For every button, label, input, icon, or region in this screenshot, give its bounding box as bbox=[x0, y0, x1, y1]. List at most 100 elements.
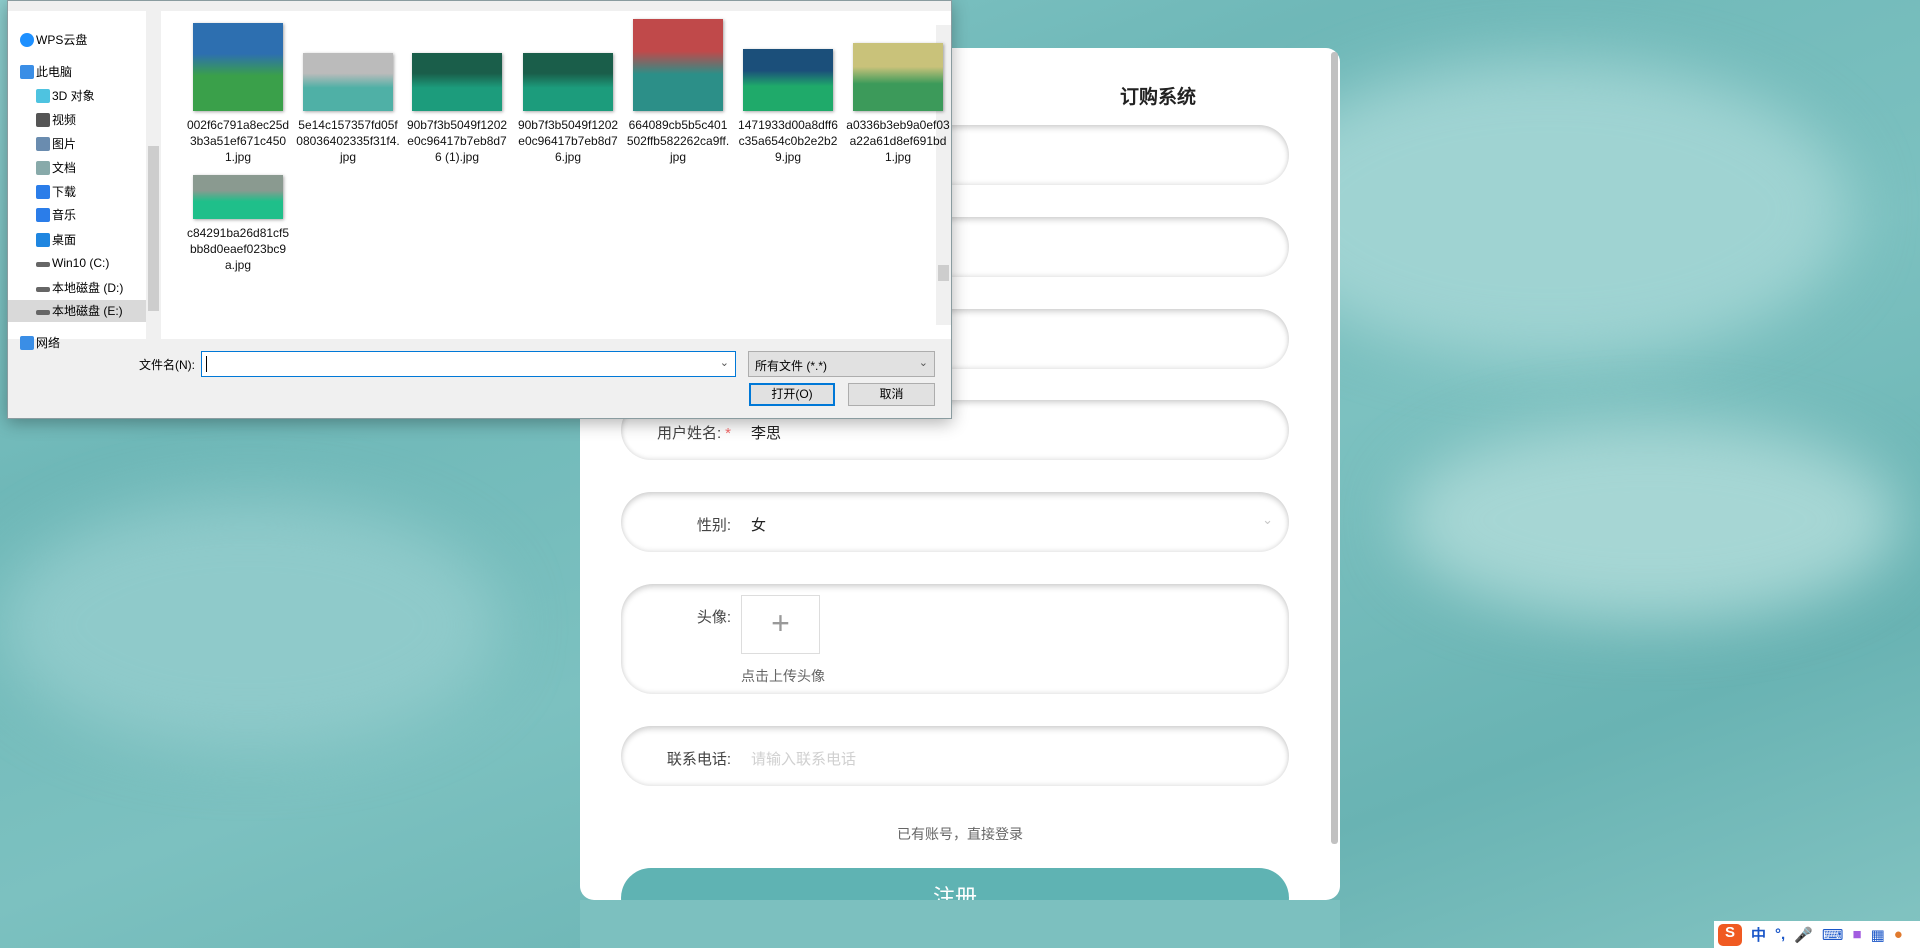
image-thumbnail bbox=[633, 19, 723, 111]
desktop-icon bbox=[36, 233, 50, 247]
microphone-icon[interactable]: 🎤 bbox=[1794, 926, 1813, 944]
image-thumbnail bbox=[412, 53, 502, 111]
nav-item-label: 视频 bbox=[52, 113, 77, 127]
file-name: 664089cb5b5c401502ffb582262ca9ff.jpg bbox=[626, 118, 730, 164]
ime-toolbar: S 中 °, 🎤 ⌨ ■ ▦ ● bbox=[1714, 921, 1920, 948]
file-type-value: 所有文件 (*.*) bbox=[755, 359, 828, 373]
phone-label: 联系电话: bbox=[666, 751, 731, 768]
nav-item[interactable]: Win10 (C:) bbox=[8, 252, 146, 274]
avatar-label: 头像: bbox=[696, 609, 731, 626]
page-title: 订购系统 bbox=[1120, 87, 1197, 108]
nav-item[interactable]: 视频 bbox=[8, 109, 146, 131]
phone-input[interactable]: 请输入联系电话 bbox=[751, 748, 856, 769]
file-item[interactable]: 5e14c157357fd05f08036402335f31f4.jpg bbox=[296, 53, 400, 165]
filename-label: 文件名(N): bbox=[139, 358, 195, 372]
open-button[interactable]: 打开(O) bbox=[749, 383, 835, 406]
nav-item-label: 图片 bbox=[52, 137, 77, 151]
nav-item-label: WPS云盘 bbox=[36, 33, 88, 47]
file-item[interactable]: 664089cb5b5c401502ffb582262ca9ff.jpg bbox=[626, 19, 730, 165]
chevron-down-icon: ⌄ bbox=[1262, 512, 1273, 527]
nav-item-label: 本地磁盘 (D:) bbox=[52, 281, 124, 295]
nav-item[interactable]: 本地磁盘 (E:) bbox=[8, 300, 146, 322]
keyboard-icon[interactable]: ⌨ bbox=[1822, 926, 1844, 944]
image-thumbnail bbox=[303, 53, 393, 111]
nav-item[interactable]: 此电脑 bbox=[8, 61, 146, 83]
ime-mode[interactable]: 中 bbox=[1751, 924, 1766, 945]
music-icon bbox=[36, 208, 50, 222]
nav-item-label: 下载 bbox=[52, 185, 77, 199]
nav-item[interactable]: WPS云盘 bbox=[8, 29, 146, 51]
avatar-upload-button[interactable]: + bbox=[741, 595, 820, 654]
mascot-icon[interactable]: ● bbox=[1894, 926, 1903, 943]
nav-item-label: 网络 bbox=[36, 336, 61, 350]
gender-value: 女 bbox=[751, 517, 767, 534]
phone-field[interactable]: 联系电话: 请输入联系电话 bbox=[621, 726, 1289, 786]
file-item[interactable]: 90b7f3b5049f1202e0c96417b7eb8d76 (1).jpg bbox=[405, 53, 509, 165]
nav-pane: WPS云盘此电脑 3D 对象视频图片文档下载音乐桌面 Win10 (C:) 本地磁盘 … bbox=[8, 11, 161, 350]
file-item[interactable]: 002f6c791a8ec25d3b3a51ef671c4501.jpg bbox=[186, 23, 290, 165]
download-icon bbox=[36, 185, 50, 199]
nav-item-label: 本地磁盘 (E:) bbox=[52, 304, 123, 318]
card-scrollbar[interactable] bbox=[1331, 52, 1338, 844]
file-name: 90b7f3b5049f1202e0c96417b7eb8d76.jpg bbox=[517, 118, 619, 164]
username-label: 用户姓名: * bbox=[656, 425, 731, 442]
file-item[interactable]: 90b7f3b5049f1202e0c96417b7eb8d76.jpg bbox=[516, 53, 620, 165]
file-name: 1471933d00a8dff6c35a654c0b2e2b29.jpg bbox=[738, 118, 838, 164]
nav-item[interactable]: 下载 bbox=[8, 181, 146, 203]
gender-select[interactable]: 性别: 女 ⌄ bbox=[621, 492, 1289, 552]
image-thumbnail bbox=[743, 49, 833, 111]
nav-item[interactable]: 本地磁盘 (D:) bbox=[8, 277, 146, 299]
image-thumbnail bbox=[193, 23, 283, 111]
nav-item[interactable]: 文档 bbox=[8, 157, 146, 179]
drive-icon bbox=[36, 287, 50, 292]
file-list: 002f6c791a8ec25d3b3a51ef671c4501.jpg 5e14… bbox=[161, 11, 951, 339]
nav-item[interactable]: 音乐 bbox=[8, 204, 146, 226]
file-type-select[interactable]: 所有文件 (*.*) ⌄ bbox=[748, 351, 935, 377]
nav-item-label: 桌面 bbox=[52, 233, 77, 247]
nav-item-label: 此电脑 bbox=[36, 65, 73, 79]
gender-label: 性别: bbox=[696, 517, 731, 534]
file-name: 002f6c791a8ec25d3b3a51ef671c4501.jpg bbox=[186, 118, 290, 164]
username-value[interactable]: 李思 bbox=[751, 422, 781, 443]
computer-icon bbox=[20, 65, 34, 79]
document-icon bbox=[36, 161, 50, 175]
cube-icon bbox=[36, 89, 50, 103]
ime-punct[interactable]: °, bbox=[1775, 926, 1785, 943]
plus-icon: + bbox=[771, 605, 790, 641]
nav-item-label: 音乐 bbox=[52, 208, 77, 222]
file-item[interactable]: a0336b3eb9a0ef03a22a61d8ef691bd1.jpg bbox=[846, 43, 950, 165]
nav-scrollbar[interactable] bbox=[146, 11, 161, 339]
image-thumbnail bbox=[523, 53, 613, 111]
file-name: 90b7f3b5049f1202e0c96417b7eb8d76 (1).jpg bbox=[406, 118, 508, 164]
chevron-down-icon[interactable]: ⌄ bbox=[720, 356, 729, 369]
nav-item[interactable]: 图片 bbox=[8, 133, 146, 155]
nav-item-label: 文档 bbox=[52, 161, 77, 175]
upload-hint: 点击上传头像 bbox=[741, 668, 825, 684]
nav-item[interactable]: 桌面 bbox=[8, 229, 146, 251]
nav-item-label: Win10 (C:) bbox=[52, 256, 110, 270]
file-item[interactable]: 1471933d00a8dff6c35a654c0b2e2b29.jpg bbox=[736, 49, 840, 165]
login-link[interactable]: 已有账号，直接登录 bbox=[580, 824, 1340, 844]
video-icon bbox=[36, 113, 50, 127]
drive-icon bbox=[36, 310, 50, 315]
required-star: * bbox=[725, 425, 731, 442]
avatar-field: 头像: + 点击上传头像 bbox=[621, 584, 1289, 694]
file-name: 5e14c157357fd05f08036402335f31f4.jpg bbox=[296, 118, 400, 164]
nav-item[interactable]: 3D 对象 bbox=[8, 85, 146, 107]
file-open-dialog: WPS云盘此电脑 3D 对象视频图片文档下载音乐桌面 Win10 (C:) 本地磁盘 … bbox=[7, 0, 952, 419]
file-name: a0336b3eb9a0ef03a22a61d8ef691bd1.jpg bbox=[846, 118, 950, 164]
sogou-logo[interactable]: S bbox=[1718, 923, 1742, 946]
filename-input[interactable]: ⌄ bbox=[201, 351, 736, 377]
cancel-button[interactable]: 取消 bbox=[848, 383, 935, 406]
picture-icon bbox=[36, 137, 50, 151]
cloud-icon bbox=[20, 33, 34, 47]
nav-item-label: 3D 对象 bbox=[52, 89, 95, 103]
network-icon bbox=[20, 336, 34, 350]
skin-icon[interactable]: ■ bbox=[1853, 926, 1862, 943]
nav-item[interactable]: 网络 bbox=[8, 332, 146, 354]
chevron-down-icon: ⌄ bbox=[918, 357, 928, 369]
apps-icon[interactable]: ▦ bbox=[1871, 926, 1885, 944]
image-thumbnail bbox=[193, 175, 283, 219]
file-item[interactable]: c84291ba26d81cf5bb8d0eaef023bc9a.jpg bbox=[186, 175, 290, 273]
drive-icon bbox=[36, 262, 50, 267]
